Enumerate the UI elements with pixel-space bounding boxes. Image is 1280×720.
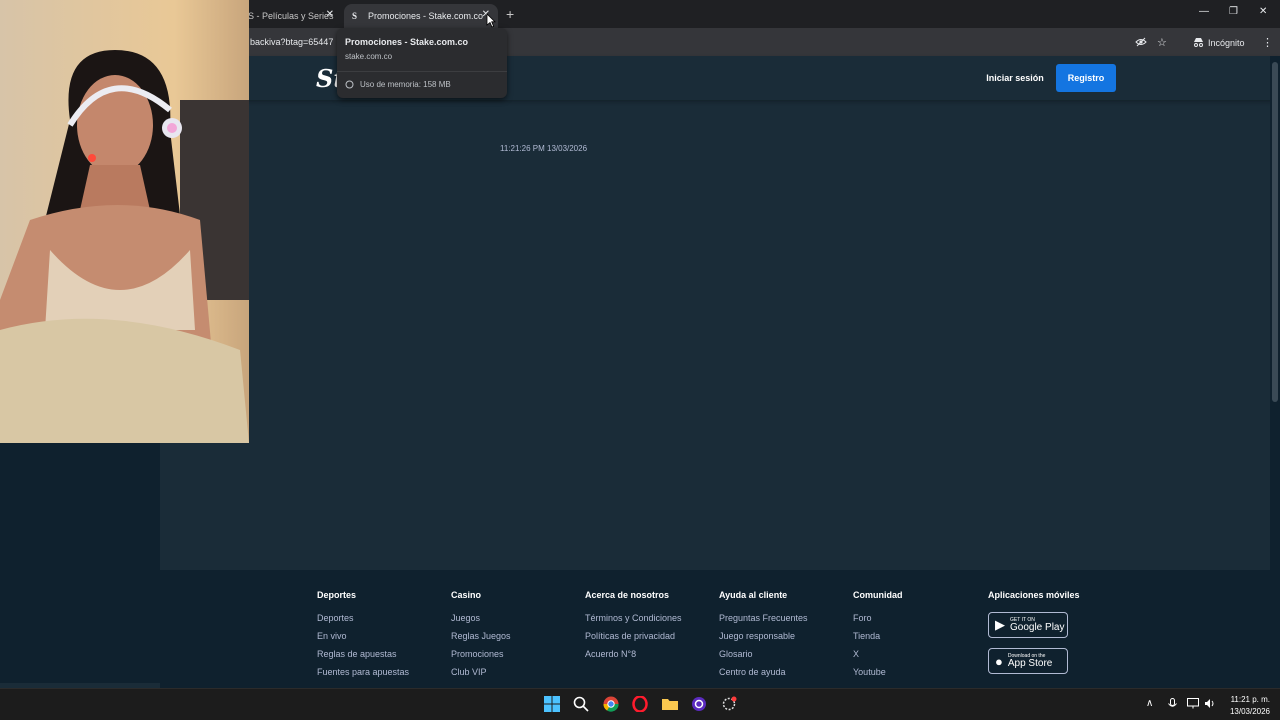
webcam-overlay xyxy=(0,0,249,443)
close-window-icon[interactable]: ✕ xyxy=(1259,6,1267,17)
hover-card-memory: Uso de memoria: 158 MB xyxy=(345,80,451,91)
footer-heading: Aplicaciones móviles xyxy=(988,590,1080,600)
webcam-person-image xyxy=(0,50,249,443)
footer-link[interactable]: Club VIP xyxy=(451,667,511,677)
footer-heading: Casino xyxy=(451,590,482,600)
footer-col-comunidad: Comunidad Foro Tienda X Youtube xyxy=(853,590,903,685)
file-explorer-icon[interactable] xyxy=(661,696,679,714)
opera-icon[interactable] xyxy=(631,695,649,714)
volume-icon[interactable] xyxy=(1204,698,1216,712)
google-play-icon: ▶ xyxy=(995,617,1005,632)
windows-taskbar: ∧ 11:21 p. m. 13/03/2026 xyxy=(0,688,1280,720)
login-button[interactable]: Iniciar sesión xyxy=(980,64,1050,92)
footer-link[interactable]: Glosario xyxy=(719,649,808,659)
footer-link[interactable]: Centro de ayuda xyxy=(719,667,808,677)
site-footer: Deportes Deportes En vivo Reglas de apue… xyxy=(160,570,1270,688)
page-timestamp: 11:21:26 PM 13/03/2026 xyxy=(500,144,588,153)
tab-promociones[interactable]: S Promociones - Stake.com.co ✕ xyxy=(344,4,498,28)
store-big-label: Google Play xyxy=(1010,621,1065,633)
chrome-icon[interactable] xyxy=(602,696,620,714)
footer-heading: Acerca de nosotros xyxy=(585,590,670,600)
footer-col-ayuda: Ayuda al cliente Preguntas Frecuentes Ju… xyxy=(719,590,808,685)
hover-card-domain: stake.com.co xyxy=(345,52,393,61)
eye-off-icon[interactable] xyxy=(1135,36,1147,51)
footer-link[interactable]: Juego responsable xyxy=(719,631,808,641)
hover-card-divider xyxy=(337,71,507,72)
tab-peliculas[interactable]: S - Películas y Series ✕ xyxy=(240,4,340,28)
minimize-icon[interactable]: — xyxy=(1199,6,1209,17)
footer-link[interactable]: Juegos xyxy=(451,613,511,623)
system-clock[interactable]: 11:21 p. m. 13/03/2026 xyxy=(1222,694,1270,718)
footer-link[interactable]: Deportes xyxy=(317,613,409,623)
search-icon[interactable] xyxy=(572,696,590,714)
footer-link[interactable]: X xyxy=(853,649,903,659)
bookmark-star-icon[interactable]: ☆ xyxy=(1157,36,1167,49)
footer-heading: Ayuda al cliente xyxy=(719,590,788,600)
app-store-button[interactable]: ● Download on the App Store xyxy=(988,648,1068,674)
footer-col-apps: Aplicaciones móviles xyxy=(988,590,1080,613)
footer-heading: Comunidad xyxy=(853,590,903,600)
footer-col-casino: Casino Juegos Reglas Juegos Promociones … xyxy=(451,590,511,685)
app-icon[interactable] xyxy=(690,696,708,714)
new-tab-button[interactable]: + xyxy=(506,6,514,22)
footer-link[interactable]: Acuerdo N°8 xyxy=(585,649,682,659)
footer-link[interactable]: En vivo xyxy=(317,631,409,641)
footer-link[interactable]: Reglas de apuestas xyxy=(317,649,409,659)
left-dark-band xyxy=(0,443,160,683)
apple-icon: ● xyxy=(995,653,1003,669)
network-icon[interactable] xyxy=(1187,698,1199,712)
stake-favicon-icon: S xyxy=(352,11,358,21)
clock-time: 11:21 p. m. xyxy=(1230,695,1270,704)
microphone-icon[interactable] xyxy=(1168,698,1177,713)
incognito-label: Incógnito xyxy=(1208,38,1245,48)
store-big-label: App Store xyxy=(1007,657,1053,669)
maximize-icon[interactable]: ❐ xyxy=(1229,6,1238,17)
footer-heading: Deportes xyxy=(317,590,357,600)
incognito-indicator[interactable]: Incógnito xyxy=(1193,37,1245,49)
footer-col-deportes: Deportes Deportes En vivo Reglas de apue… xyxy=(317,590,409,685)
address-bar[interactable]: backiva?btag=65447 xyxy=(250,37,333,47)
tab-hover-card: Promociones - Stake.com.co stake.com.co … xyxy=(337,28,507,98)
browser-menu-icon[interactable]: ⋮ xyxy=(1262,36,1273,49)
footer-link[interactable]: Foro xyxy=(853,613,903,623)
tab-title: Promociones - Stake.com.co xyxy=(368,11,484,21)
tab-title: S - Películas y Series xyxy=(248,11,334,21)
footer-link[interactable]: Términos y Condiciones xyxy=(585,613,682,623)
hover-card-title: Promociones - Stake.com.co xyxy=(345,37,469,47)
incognito-icon xyxy=(1193,37,1204,49)
mouse-cursor-icon xyxy=(486,13,496,28)
scroll-thumb[interactable] xyxy=(1272,62,1278,402)
footer-link[interactable]: Reglas Juegos xyxy=(451,631,511,641)
settings-icon[interactable] xyxy=(720,696,738,714)
footer-link[interactable]: Tienda xyxy=(853,631,903,641)
memory-usage: Uso de memoria: 158 MB xyxy=(360,80,451,89)
footer-link[interactable]: Fuentes para apuestas xyxy=(317,667,409,677)
footer-link[interactable]: Políticas de privacidad xyxy=(585,631,682,641)
tab-close-icon[interactable]: ✕ xyxy=(326,9,334,20)
register-button[interactable]: Registro xyxy=(1056,64,1116,92)
windows-start-icon[interactable] xyxy=(543,696,561,714)
footer-link[interactable]: Youtube xyxy=(853,667,903,677)
content-area xyxy=(160,443,1270,570)
google-play-button[interactable]: ▶ GET IT ON Google Play xyxy=(988,612,1068,638)
clock-date: 13/03/2026 xyxy=(1229,707,1270,716)
page-scrollbar[interactable] xyxy=(1270,56,1280,688)
footer-link[interactable]: Promociones xyxy=(451,649,511,659)
show-hidden-icons-icon[interactable]: ∧ xyxy=(1146,698,1153,709)
memory-icon xyxy=(345,80,354,91)
footer-link[interactable]: Preguntas Frecuentes xyxy=(719,613,808,623)
footer-col-acerca: Acerca de nosotros Términos y Condicione… xyxy=(585,590,682,667)
